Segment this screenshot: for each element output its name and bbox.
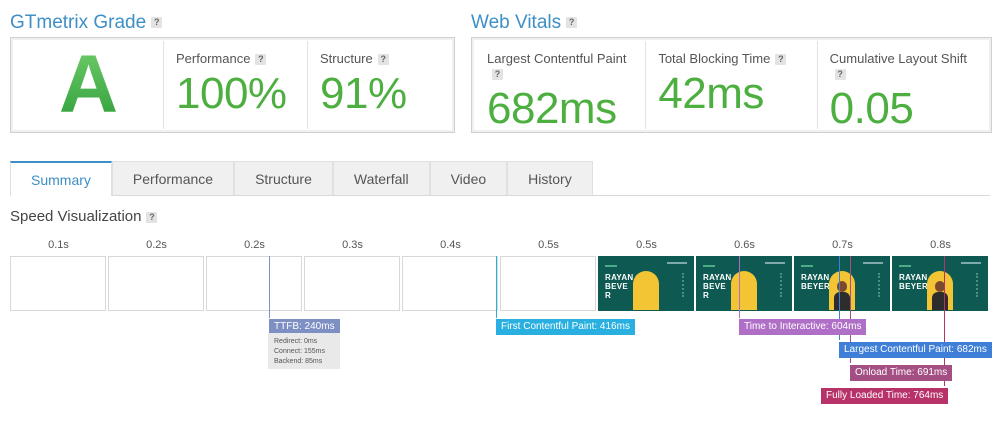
- performance-metric: Performance? 100%: [164, 41, 308, 129]
- metric-label: Largest Contentful Paint: [487, 51, 627, 66]
- filmstrip-frame[interactable]: [10, 256, 106, 311]
- grade-letter: A: [58, 39, 119, 130]
- filmstrip: RAYAN BEVE R RAYAN BEVE R RAYAN BEYER RA…: [10, 256, 988, 311]
- thumb-text: RAYAN BEYER: [801, 273, 831, 291]
- fcp-line: [496, 256, 497, 318]
- time-label: 0.2s: [146, 239, 167, 251]
- time-label: 0.8s: [930, 239, 951, 251]
- help-icon[interactable]: ?: [151, 17, 163, 29]
- grade-box: A: [14, 41, 164, 129]
- filmstrip-frame[interactable]: [206, 256, 302, 311]
- filmstrip-frame[interactable]: [304, 256, 400, 311]
- report-tabs: Summary Performance Structure Waterfall …: [10, 161, 990, 196]
- time-label: 0.3s: [342, 239, 363, 251]
- time-label: 0.5s: [538, 239, 559, 251]
- help-icon[interactable]: ?: [492, 69, 503, 81]
- tab-structure[interactable]: Structure: [234, 161, 333, 195]
- tab-history[interactable]: History: [507, 161, 593, 195]
- ttfb-connect: Connect: 155ms: [274, 348, 325, 355]
- metric-label: Total Blocking Time: [658, 51, 771, 66]
- lcp-marker[interactable]: Largest Contentful Paint: 682ms: [839, 342, 992, 358]
- tab-waterfall[interactable]: Waterfall: [332, 161, 430, 195]
- tab-video[interactable]: Video: [429, 161, 508, 195]
- help-icon[interactable]: ?: [566, 17, 578, 29]
- ttfb-backend: Backend: 85ms: [274, 358, 323, 365]
- tbt-metric: Total Blocking Time? 42ms: [646, 41, 818, 129]
- help-icon[interactable]: ?: [255, 54, 267, 66]
- time-label: 0.5s: [636, 239, 657, 251]
- web-vitals-title: Web Vitals?: [471, 12, 578, 34]
- gtmetrix-grade-panel: A Performance? 100% Structure? 91%: [10, 37, 455, 133]
- help-icon[interactable]: ?: [146, 211, 158, 223]
- thumb-text: RAYAN BEVE R: [605, 273, 634, 300]
- time-label: 0.2s: [244, 239, 265, 251]
- metric-value: 91%: [320, 69, 407, 118]
- metric-value: 100%: [176, 69, 287, 118]
- web-vitals-title-text: Web Vitals: [471, 12, 562, 33]
- time-label: 0.1s: [48, 239, 69, 251]
- onload-marker[interactable]: Onload Time: 691ms: [850, 365, 953, 381]
- tab-summary[interactable]: Summary: [10, 161, 112, 196]
- time-label: 0.7s: [832, 239, 853, 251]
- timeline-labels: 0.1s 0.2s 0.2s 0.3s 0.4s 0.5s 0.5s 0.6s …: [10, 239, 980, 253]
- filmstrip-frame-screenshot[interactable]: RAYAN BEYER: [892, 256, 988, 311]
- filmstrip-frame[interactable]: [402, 256, 498, 311]
- cls-metric: Cumulative Layout Shift? 0.05: [818, 41, 988, 133]
- time-label: 0.6s: [734, 239, 755, 251]
- thumb-text: RAYAN BEYER: [899, 273, 929, 291]
- help-icon[interactable]: ?: [775, 54, 787, 66]
- ttfb-line: [269, 256, 270, 318]
- gtmetrix-grade-title-text: GTmetrix Grade: [10, 12, 147, 33]
- metric-label: Cumulative Layout Shift: [829, 51, 967, 66]
- metric-value: 682ms: [487, 84, 617, 133]
- ttfb-redirect: Redirect: 0ms: [274, 338, 318, 345]
- thumb-text: RAYAN BEVE R: [703, 273, 732, 300]
- speed-visualization-title: Speed Visualization?: [10, 208, 158, 225]
- speed-visualization-title-text: Speed Visualization: [10, 208, 142, 225]
- web-vitals-panel: Largest Contentful Paint? 682ms Total Bl…: [471, 37, 992, 133]
- gtmetrix-grade-title: GTmetrix Grade?: [10, 12, 163, 34]
- filmstrip-frame-screenshot[interactable]: RAYAN BEVE R: [598, 256, 694, 311]
- person-image: [932, 281, 948, 310]
- help-icon[interactable]: ?: [377, 54, 389, 66]
- lcp-metric: Largest Contentful Paint? 682ms: [475, 41, 647, 133]
- tti-line: [739, 256, 740, 318]
- filmstrip-frame[interactable]: [500, 256, 596, 311]
- fcp-marker[interactable]: First Contentful Paint: 416ms: [496, 319, 635, 335]
- yellow-arch-shape: [633, 271, 659, 310]
- metric-value: 42ms: [658, 69, 764, 118]
- structure-metric: Structure? 91%: [308, 41, 451, 129]
- tab-performance[interactable]: Performance: [111, 161, 235, 195]
- tti-marker[interactable]: Time to Interactive: 604ms: [739, 319, 867, 335]
- filmstrip-frame-screenshot[interactable]: RAYAN BEYER: [794, 256, 890, 311]
- yellow-arch-shape: [731, 271, 757, 310]
- metric-value: 0.05: [829, 84, 914, 133]
- filmstrip-frame[interactable]: [108, 256, 204, 311]
- metric-label: Structure: [320, 51, 373, 66]
- fully-loaded-marker[interactable]: Fully Loaded Time: 764ms: [821, 388, 949, 404]
- help-icon[interactable]: ?: [834, 69, 846, 81]
- filmstrip-frame-screenshot[interactable]: RAYAN BEVE R: [696, 256, 792, 311]
- metric-label: Performance: [176, 51, 251, 66]
- time-label: 0.4s: [440, 239, 461, 251]
- person-image: [834, 281, 850, 310]
- ttfb-detail: Redirect: 0ms Connect: 155ms Backend: 85…: [268, 333, 340, 369]
